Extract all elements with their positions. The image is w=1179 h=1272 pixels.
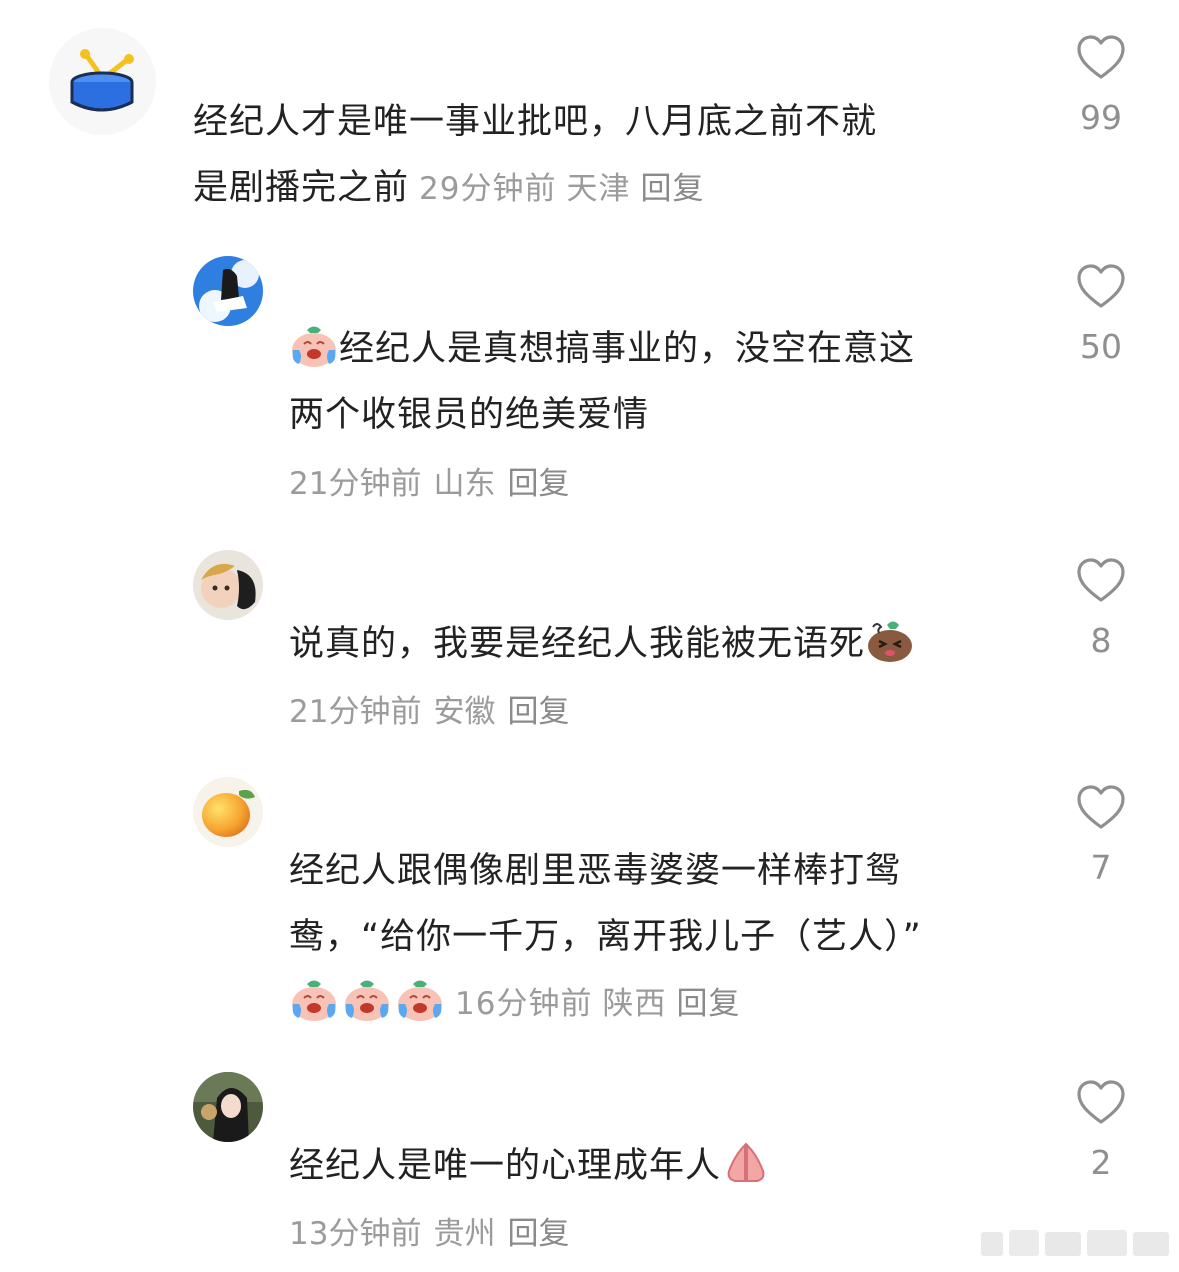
avatar[interactable] <box>49 28 156 135</box>
avatar[interactable] <box>193 550 263 620</box>
user-avatar-image <box>193 550 263 620</box>
reply-button[interactable]: 回复 <box>507 466 569 502</box>
comment-text: 经纪人是真想搞事业的，没空在意这 两个收银员的绝美爱情 <box>289 316 1019 448</box>
reply-button[interactable]: 回复 <box>507 1216 569 1252</box>
praying-hands-emoji <box>721 1141 771 1185</box>
mango-icon <box>202 789 255 837</box>
comment-location: 天津 <box>566 171 631 207</box>
comment-time: 21分钟前 <box>289 466 422 502</box>
comment-meta: 13分钟前 贵州 回复 <box>289 1214 581 1254</box>
like-button[interactable]: 50 <box>1061 263 1141 367</box>
comment-text: 说真的，我要是经纪人我能被无语死 <box>289 611 1029 677</box>
crying-laughing-emoji <box>342 978 392 1022</box>
reply-button[interactable]: 回复 <box>640 171 704 207</box>
reply-button[interactable]: 回复 <box>676 986 740 1022</box>
avatar[interactable] <box>193 777 263 847</box>
comment-time: 13分钟前 <box>289 1216 422 1252</box>
heart-icon <box>1077 785 1125 829</box>
avatar[interactable] <box>193 256 263 326</box>
watermark-logo <box>981 1230 1169 1256</box>
comment-location: 安徽 <box>433 694 496 730</box>
like-button[interactable]: 7 <box>1061 784 1141 888</box>
heart-icon <box>1077 1080 1125 1124</box>
comment-time: 16分钟前 <box>455 986 593 1022</box>
comment-location: 山东 <box>433 466 496 502</box>
comment-text: 经纪人是唯一的心理成年人 <box>289 1133 1029 1199</box>
like-count: 7 <box>1090 848 1112 887</box>
user-avatar-image <box>193 1072 263 1142</box>
like-button[interactable]: 2 <box>1061 1079 1141 1183</box>
like-count: 99 <box>1080 98 1122 137</box>
drum-icon <box>70 49 134 112</box>
comment-meta: 29分钟前 天津 回复 <box>419 171 714 207</box>
comment-meta: 16分钟前 陕西 回复 <box>455 986 750 1022</box>
avatar[interactable] <box>193 1072 263 1142</box>
reply-button[interactable]: 回复 <box>507 694 569 730</box>
speechless-emoji <box>865 619 915 663</box>
comment-meta: 21分钟前 山东 回复 <box>289 464 581 504</box>
crying-laughing-emoji <box>289 978 339 1022</box>
like-button[interactable]: 99 <box>1061 34 1141 138</box>
comment-location: 贵州 <box>433 1216 496 1252</box>
heart-icon <box>1077 35 1125 79</box>
comment-text: 经纪人才是唯一事业批吧，八月底之前不就 是剧播完之前 29分钟前 天津 回复 <box>193 102 878 208</box>
crying-laughing-emoji <box>395 978 445 1022</box>
heart-icon <box>1077 558 1125 602</box>
crying-laughing-emoji <box>289 324 339 368</box>
like-count: 8 <box>1090 621 1112 660</box>
comment-time: 29分钟前 <box>419 171 557 207</box>
comment-meta: 21分钟前 安徽 回复 <box>289 692 581 732</box>
like-count: 50 <box>1080 327 1122 366</box>
comment-time: 21分钟前 <box>289 694 422 730</box>
like-count: 2 <box>1090 1143 1112 1182</box>
comment-location: 陕西 <box>602 986 667 1022</box>
comment-text: 经纪人跟偶像剧里恶毒婆婆一样棒打鸳 鸯，“给你一千万，离开我儿子（艺人）” 16… <box>289 851 922 1022</box>
like-button[interactable]: 8 <box>1061 557 1141 661</box>
heart-icon <box>1077 264 1125 308</box>
user-avatar-image <box>193 256 263 326</box>
